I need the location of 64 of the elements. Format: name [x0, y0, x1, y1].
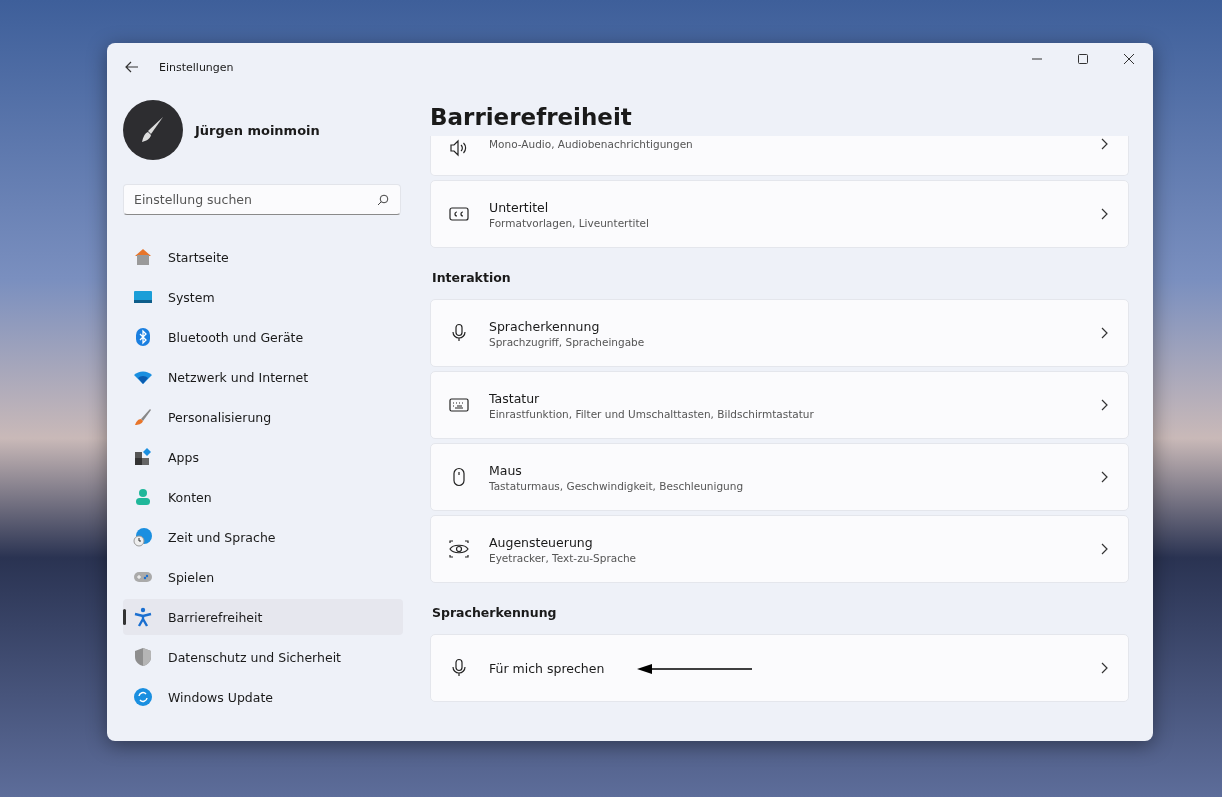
chevron-right-icon [1100, 399, 1108, 411]
card-title: Tastatur [489, 390, 540, 406]
settings-card[interactable]: Maus Tastaturmaus, Geschwindigkeit, Beschleunigung [430, 443, 1129, 511]
chevron-right-icon [1100, 327, 1108, 339]
close-icon[interactable] [1123, 53, 1135, 65]
mic-icon [449, 658, 469, 678]
sidebar-item[interactable]: Konten [123, 479, 403, 515]
settings-card[interactable]: Augensteuerung Eyetracker, Text-zu-Sprache [430, 515, 1129, 583]
maximize-icon[interactable] [1077, 53, 1089, 65]
settings-card[interactable]: Für mich sprechen [430, 634, 1129, 702]
back-arrow-icon[interactable] [125, 61, 139, 73]
sidebar-item[interactable]: Spielen [123, 559, 403, 595]
access-icon [133, 607, 153, 627]
shield-icon [133, 647, 153, 667]
card-description: Mono-Audio, Audiobenachrichtigungen [489, 138, 693, 150]
settings-card[interactable]: Tastatur Einrastfunktion, Filter und Umschalttasten, Bildschirmtastatur [430, 371, 1129, 439]
chevron-right-icon [1100, 208, 1108, 220]
brush-icon [133, 407, 153, 427]
settings-card[interactable]: Mono-Audio, Audiobenachrichtigungen [430, 136, 1129, 176]
user-name: Jürgen moinmoin [195, 122, 320, 138]
avatar-icon [123, 100, 183, 160]
speaker-icon [449, 138, 469, 158]
search-field[interactable]: Einstellung suchen [123, 184, 401, 215]
sidebar-item[interactable]: Apps [123, 439, 403, 475]
sidebar-item[interactable]: Datenschutz und Sicherheit [123, 639, 403, 675]
mic-icon [449, 323, 469, 343]
keyboard-icon [449, 395, 469, 415]
card-description: Sprachzugriff, Spracheingabe [489, 335, 645, 348]
sidebar-item[interactable]: Windows Update [123, 679, 403, 715]
window-title: Einstellungen [159, 60, 234, 74]
search-icon [377, 194, 389, 206]
section-heading: Spracherkennung [432, 605, 558, 620]
settings-card[interactable]: Untertitel Formatvorlagen, Liveuntertitel [430, 180, 1129, 248]
sidebar-item[interactable]: Barrierefreiheit [123, 599, 403, 635]
eye-icon [449, 539, 469, 559]
apps-icon [133, 447, 153, 467]
card-title: Spracherkennung [489, 318, 600, 334]
cc-icon [449, 204, 469, 224]
card-title: Untertitel [489, 199, 549, 215]
sidebar-item[interactable]: Startseite [123, 239, 403, 275]
section-heading: Interaktion [432, 270, 512, 285]
card-description: Einrastfunktion, Filter und Umschalttasten, Bildschirmtastatur [489, 407, 814, 420]
chevron-right-icon [1100, 138, 1108, 150]
globe-icon [133, 527, 153, 547]
chevron-right-icon [1100, 662, 1108, 674]
chevron-right-icon [1100, 543, 1108, 555]
person-icon [133, 487, 153, 507]
bluetooth-icon [133, 327, 153, 347]
sidebar-item[interactable]: System [123, 279, 403, 315]
home-icon [133, 247, 153, 267]
card-title: Für mich sprechen [489, 660, 605, 676]
card-description: Tastaturmaus, Geschwindigkeit, Beschleunigung [489, 479, 744, 492]
sidebar-item[interactable]: Personalisierung [123, 399, 403, 435]
page-title: Barrierefreiheit [430, 103, 633, 132]
card-description: Formatvorlagen, Liveuntertitel [489, 216, 649, 229]
card-title: Maus [489, 462, 522, 478]
sidebar-item[interactable]: Netzwerk und Internet [123, 359, 403, 395]
settings-card[interactable]: Spracherkennung Sprachzugriff, Spracheingabe [430, 299, 1129, 367]
chevron-right-icon [1100, 471, 1108, 483]
sidebar-item[interactable]: Zeit und Sprache [123, 519, 403, 555]
sidebar-item[interactable]: Bluetooth und Geräte [123, 319, 403, 355]
card-description: Eyetracker, Text-zu-Sprache [489, 551, 637, 564]
update-icon [133, 687, 153, 707]
card-title: Augensteuerung [489, 534, 593, 550]
